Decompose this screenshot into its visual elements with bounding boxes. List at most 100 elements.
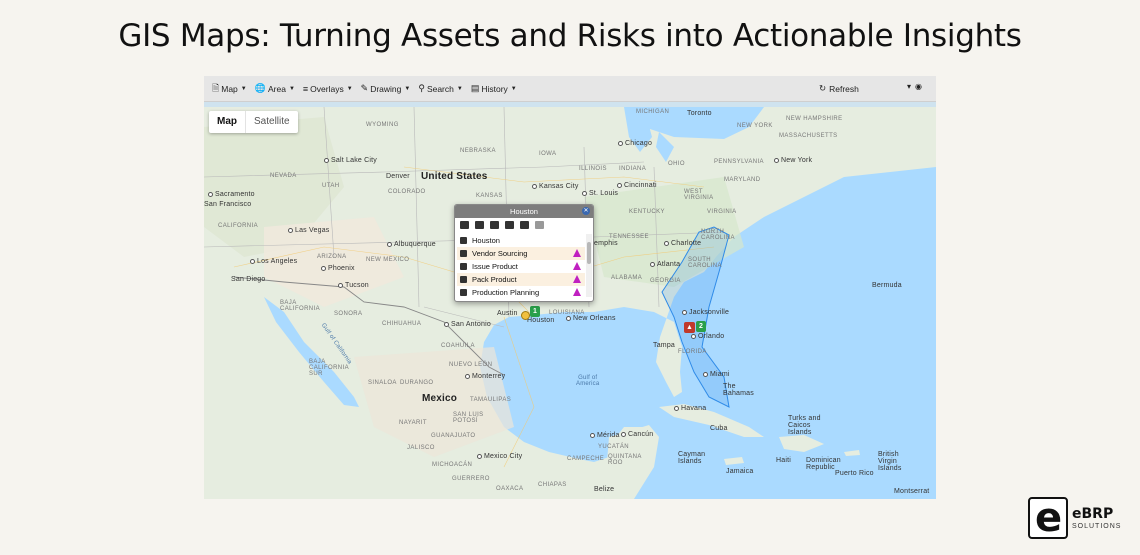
chevron-down-icon: ▼ xyxy=(240,85,247,92)
label-cancun: Cancún xyxy=(621,431,653,438)
chevron-down-icon[interactable]: ▾ xyxy=(907,82,911,91)
list-item[interactable]: Issue Product xyxy=(457,260,585,273)
map-type-satellite-button[interactable]: Satellite xyxy=(245,111,298,133)
popup-scrollbar[interactable] xyxy=(586,234,592,297)
map-canvas[interactable]: Map Satellite MICHIGAN Toronto WYOMING N… xyxy=(204,107,936,499)
label-cuba: Cuba xyxy=(710,425,728,432)
vehicle-icon[interactable] xyxy=(535,221,544,229)
label-new-york: NEW YORK xyxy=(737,123,773,129)
ebrp-logo: e eBRP SOLUTIONS xyxy=(1028,495,1122,541)
label-chicago: Chicago xyxy=(618,140,652,147)
fire-icon: ▲ xyxy=(686,324,693,331)
label-campeche: CAMPECHE xyxy=(567,456,605,462)
label-massachusetts: MASSACHUSETTS xyxy=(779,133,838,139)
label-san-diego: San Diego xyxy=(231,276,266,283)
label-ohio: OHIO xyxy=(668,161,685,167)
brand-sub: SOLUTIONS xyxy=(1072,522,1122,530)
label-tucson: Tucson xyxy=(338,282,369,289)
toolbar-map-menu[interactable]: 🗎 Map ▼ xyxy=(212,81,247,97)
florida-count-marker[interactable]: 2 xyxy=(696,321,706,332)
label-chihuahua: CHIHUAHUA xyxy=(382,321,422,327)
label-san-francisco: San Francisco xyxy=(204,201,252,208)
calendar-icon: ▤ xyxy=(470,83,480,93)
label-guerrero: GUERRERO xyxy=(452,476,490,482)
chevron-down-icon: ▼ xyxy=(456,85,463,92)
label-belize: Belize xyxy=(594,486,615,493)
houston-location-marker[interactable] xyxy=(521,311,530,320)
building-icon[interactable] xyxy=(460,221,469,229)
florida-risk-marker[interactable]: ▲ xyxy=(684,322,695,333)
label-nebraska: NEBRASKA xyxy=(460,148,496,154)
label-baja-california: BAJA CALIFORNIA xyxy=(280,300,321,312)
search-icon: ⚲ xyxy=(418,83,425,93)
process-icon[interactable] xyxy=(490,221,499,229)
label-denver: Denver xyxy=(386,173,410,180)
label-baja-california-sur: BAJA CALIFORNIA SUR xyxy=(309,359,350,377)
toolbar-area-menu[interactable]: 🌐 Area ▼ xyxy=(255,83,295,94)
warning-icon xyxy=(573,275,581,283)
label-havana: Havana xyxy=(674,405,706,412)
map-type-map-button[interactable]: Map xyxy=(209,111,245,133)
label-indiana: INDIANA xyxy=(619,166,647,172)
globe-icon: 🌐 xyxy=(254,83,266,93)
toolbar-overlays-menu[interactable]: ≡ Overlays ▼ xyxy=(303,84,353,94)
building-icon xyxy=(460,237,467,244)
label-guanajuato: GUANAJUATO xyxy=(431,433,476,439)
label-nuevo-leon: NUEVO LEÓN xyxy=(449,362,493,368)
label-durango: DURANGO xyxy=(400,380,434,386)
label-michoacan: MICHOACÁN xyxy=(432,462,473,468)
label-albuquerque: Albuquerque xyxy=(387,241,436,248)
toolbar-history-menu[interactable]: ▤ History ▼ xyxy=(471,83,517,94)
list-item[interactable]: Production Planning xyxy=(457,286,585,299)
label-colorado: COLORADO xyxy=(388,189,426,195)
label-turks-caicos: Turks and Caicos Islands xyxy=(788,415,821,436)
label-sonora: SONORA xyxy=(334,311,363,317)
label-quintana-roo: QUINTANA ROO xyxy=(608,454,642,466)
label-nevada: NEVADA xyxy=(270,173,297,179)
refresh-icon: ↻ xyxy=(819,83,827,93)
play-circle-icon[interactable]: ◉ xyxy=(915,82,922,91)
headline: GIS Maps: Turning Assets and Risks into … xyxy=(118,18,1022,54)
houston-count-marker[interactable]: 1 xyxy=(530,306,540,317)
toolbar-search-menu[interactable]: ⚲ Search ▼ xyxy=(418,83,462,94)
warning-icon xyxy=(573,262,581,270)
label-bvi: British Virgin Islands xyxy=(878,451,902,472)
document-icon[interactable] xyxy=(520,221,529,229)
refresh-button[interactable]: ↻ Refresh xyxy=(819,83,859,94)
document-icon: 🗎 xyxy=(212,82,220,93)
label-st-louis: St. Louis xyxy=(582,190,618,197)
label-new-mexico: NEW MEXICO xyxy=(366,257,410,263)
label-wyoming: WYOMING xyxy=(366,122,399,128)
label-montserrat: Montserrat xyxy=(894,488,930,495)
label-sacramento: Sacramento xyxy=(208,191,255,198)
layers-icon: ≡ xyxy=(302,83,309,94)
label-north-carolina: NORTH CAROLINA xyxy=(701,229,735,241)
label-tampa: Tampa xyxy=(653,342,676,349)
list-item[interactable]: Pack Product xyxy=(457,273,585,286)
label-las-vegas: Las Vegas xyxy=(288,227,330,234)
list-item[interactable]: Houston xyxy=(457,234,585,247)
person-icon[interactable] xyxy=(475,221,484,229)
label-phoenix: Phoenix xyxy=(321,265,355,272)
label-bermuda: Bermuda xyxy=(872,282,902,289)
label-jacksonville: Jacksonville xyxy=(682,309,729,316)
chevron-down-icon: ▼ xyxy=(346,85,353,92)
map-toolbar: 🗎 Map ▼ 🌐 Area ▼ ≡ Overlays ▼ ✎ Drawing … xyxy=(204,76,936,102)
label-dominican-republic: Dominican Republic xyxy=(806,457,841,471)
label-gulf-of-mexico: Gulf of America xyxy=(576,375,600,387)
label-monterrey: Monterrey xyxy=(465,373,505,380)
close-icon[interactable]: ✕ xyxy=(582,207,590,215)
label-san-luis-potosi: SAN LUIS POTOSÍ xyxy=(453,412,484,424)
label-haiti: Haiti xyxy=(776,457,792,464)
label-new-york-city: New York xyxy=(774,157,812,164)
label-orlando: Orlando xyxy=(691,333,724,340)
label-alabama: ALABAMA xyxy=(611,275,643,281)
label-cayman-islands: Cayman Islands xyxy=(678,451,706,465)
label-pennsylvania: PENNSYLVANIA xyxy=(714,159,764,165)
label-maryland: MARYLAND xyxy=(724,177,761,183)
server-icon[interactable] xyxy=(505,221,514,229)
toolbar-drawing-menu[interactable]: ✎ Drawing ▼ xyxy=(361,83,411,94)
list-item[interactable]: Vendor Sourcing xyxy=(457,247,585,260)
process-icon xyxy=(460,276,467,283)
label-jalisco: JALISCO xyxy=(407,445,435,451)
